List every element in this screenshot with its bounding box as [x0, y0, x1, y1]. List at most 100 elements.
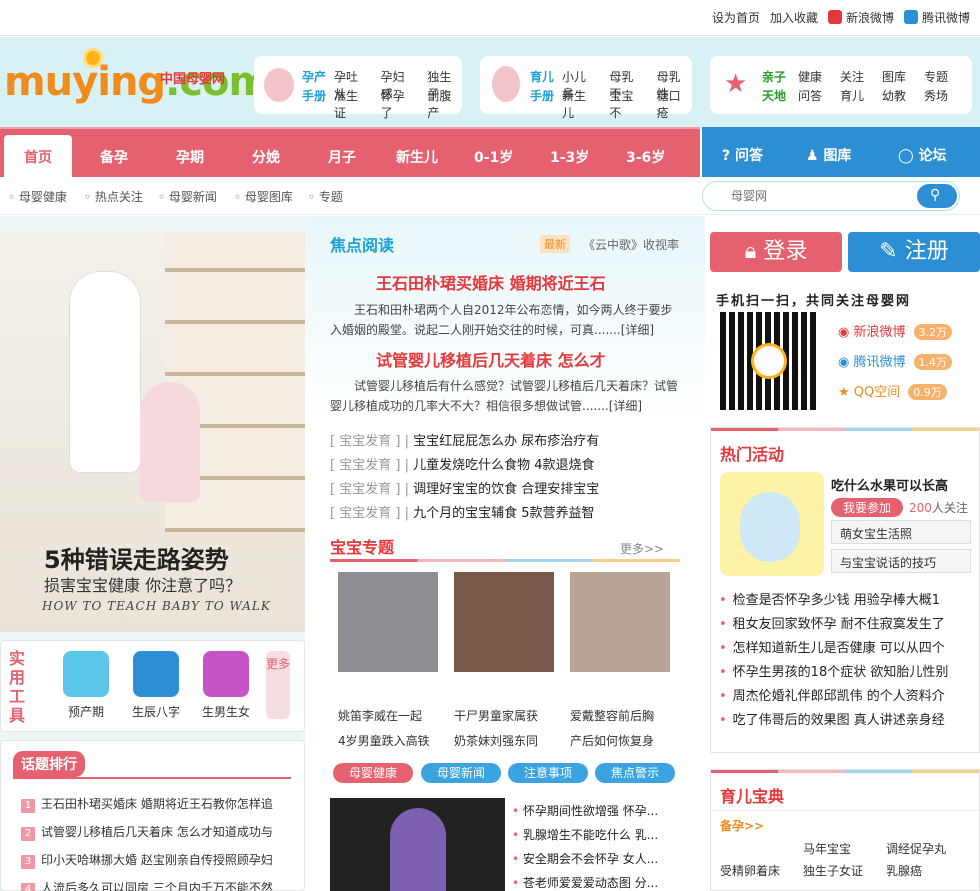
guide-sub-link[interactable]: 备孕>>	[720, 817, 764, 834]
box2-link[interactable]: 糖口疮	[657, 87, 692, 121]
nav-tab-gallery[interactable]: ♟ 图库	[806, 145, 851, 165]
hot-tag[interactable]: 与宝宝说话的技巧	[831, 549, 971, 573]
hot-list-item[interactable]: • 吃了伟哥后的效果图 真人讲述亲身经	[719, 709, 945, 728]
nav-tab-qa[interactable]: ? 问答	[722, 145, 763, 165]
nav-tab-home[interactable]: 首页	[4, 135, 72, 179]
box3-link[interactable]: 育儿	[840, 87, 864, 104]
special-caption[interactable]: 4岁男童跌入高铁	[338, 732, 430, 749]
tencent-weibo-link[interactable]: 腾讯微博	[903, 9, 970, 26]
search-button[interactable]: ⚲	[917, 184, 957, 208]
bottom-list-item[interactable]: • 安全期会不会怀孕 女人...	[512, 850, 658, 867]
join-button[interactable]: 我要参加	[831, 498, 904, 517]
focus-headline-1[interactable]: 王石田朴珺买婚床 婚期将近王石	[376, 270, 606, 294]
pill-tab[interactable]: 母婴健康	[333, 763, 413, 783]
hot-list-item[interactable]: • 周杰伦婚礼伴郎邱凯伟 的个人资料介	[719, 685, 945, 704]
special-caption[interactable]: 爱戴整容前后胸	[570, 707, 654, 724]
pill-tab[interactable]: 注意事项	[508, 763, 588, 783]
box3-link[interactable]: 幼教	[882, 87, 906, 104]
hot-activity-image[interactable]	[720, 472, 824, 576]
register-button[interactable]: ✎ 注册	[848, 232, 980, 272]
nav-tab[interactable]: 月子	[328, 147, 356, 167]
hot-list-item[interactable]: • 怀孕生男孩的18个症状 欲知胎儿性别	[719, 661, 948, 680]
hero-banner[interactable]: 5种错误走路姿势 损害宝宝健康 你注意了吗？ HOW TO TEACH BABY…	[0, 232, 305, 632]
subnav-item[interactable]: ◦ 热点关注	[84, 188, 143, 205]
focus-list-item[interactable]: [ 宝宝发育 ] | 儿童发烧吃什么食物 4款退烧食	[330, 454, 595, 473]
box1-link[interactable]: 剖腹产	[427, 87, 462, 121]
bottom-list-item[interactable]: • 怀孕期间性欲增强 怀孕...	[512, 802, 658, 819]
nav-tab[interactable]: 分娩	[252, 147, 280, 167]
box3-big1[interactable]: 亲子	[762, 68, 786, 85]
box1-big1[interactable]: 孕产	[302, 68, 326, 85]
tool-bazi[interactable]: 生辰八字	[121, 651, 191, 720]
hot-list-item[interactable]: • 怎样知道新生儿是否健康 可以从四个	[719, 637, 945, 656]
guide-link[interactable]: 受精卵着床	[720, 862, 780, 879]
special-caption[interactable]: 产后如何恢复身	[570, 732, 654, 749]
special-caption[interactable]: 姚笛李威在一起	[338, 707, 422, 724]
nav-tab[interactable]: 新生儿	[396, 147, 438, 167]
nav-tab-forum[interactable]: ◯ 论坛	[898, 145, 947, 165]
box3-link[interactable]: 秀场	[924, 87, 948, 104]
focus-list-item[interactable]: [ 宝宝发育 ] | 宝宝红屁屁怎么办 尿布疹治疗有	[330, 430, 599, 449]
nav-tab[interactable]: 1-3岁	[550, 147, 589, 167]
focus-headline-2[interactable]: 试管婴儿移植后几天着床 怎么才	[376, 347, 606, 371]
focus-list-item[interactable]: [ 宝宝发育 ] | 九个月的宝宝辅食 5款营养益智	[330, 502, 595, 521]
box2-link[interactable]: 宝宝不	[609, 87, 644, 121]
nav-tab[interactable]: 3-6岁	[626, 147, 665, 167]
tool-gender[interactable]: 生男生女	[191, 651, 261, 720]
box1-link[interactable]: 准生证	[334, 87, 369, 121]
hot-tag[interactable]: 萌女宝生活照	[831, 520, 971, 544]
special-more-link[interactable]: 更多>>	[620, 540, 664, 557]
guide-link[interactable]: 乳腺癌	[886, 862, 922, 879]
search-input[interactable]	[731, 189, 911, 203]
box3-link[interactable]: 专题	[924, 68, 948, 85]
subnav-item[interactable]: ◦ 专题	[308, 188, 343, 205]
box3-link[interactable]: 关注	[840, 68, 864, 85]
ranking-item[interactable]: 2 试管婴儿移植后几天着床 怎么才知道成功与	[21, 823, 273, 841]
box3-big2[interactable]: 天地	[762, 87, 786, 104]
nav-tab[interactable]: 备孕	[100, 147, 128, 167]
special-caption[interactable]: 干尸男童家属获	[454, 707, 538, 724]
bottom-feature-image[interactable]	[330, 798, 505, 891]
box1-big2[interactable]: 手册	[302, 87, 326, 104]
ranking-item[interactable]: 1 王石田朴珺买婚床 婚期将近王石教你怎样追	[21, 795, 273, 813]
ranking-item[interactable]: 4 人流后多久可以同房 三个月内千万不能不然	[21, 879, 273, 891]
pill-tab[interactable]: 母婴新闻	[421, 763, 501, 783]
sina-weibo-link[interactable]: 新浪微博	[827, 9, 894, 26]
subnav-item[interactable]: ◦ 母婴新闻	[158, 188, 217, 205]
subnav-item[interactable]: ◦ 母婴图库	[234, 188, 293, 205]
pill-tab[interactable]: 焦点警示	[595, 763, 675, 783]
special-thumb[interactable]	[454, 572, 554, 672]
guide-link[interactable]: 马年宝宝	[803, 840, 851, 857]
box3-link[interactable]: 问答	[798, 87, 822, 104]
social-qzone[interactable]: ★ QQ空间 0.9万	[838, 381, 947, 400]
nav-tab[interactable]: 孕期	[176, 147, 204, 167]
hot-list-item[interactable]: • 租女友回家致怀孕 耐不住寂寞发生了	[719, 613, 945, 632]
social-tencent[interactable]: ◉ 腾讯微博 1.4万	[838, 351, 952, 370]
bookmark-link[interactable]: 加入收藏	[770, 9, 818, 26]
focus-tag-link[interactable]: 《云中歌》收视率	[583, 236, 679, 253]
set-home-link[interactable]: 设为首页	[712, 9, 760, 26]
subnav-item[interactable]: ◦ 母婴健康	[8, 188, 67, 205]
bottom-list-item[interactable]: • 苍老师爱爱爱动态图 分...	[512, 874, 658, 891]
box3-link[interactable]: 健康	[798, 68, 822, 85]
box2-link[interactable]: 新生儿	[562, 87, 597, 121]
logo[interactable]: muying.com	[4, 59, 270, 105]
tool-due-date[interactable]: 预产期	[51, 651, 121, 720]
hot-list-item[interactable]: • 检查是否怀孕多少钱 用验孕棒大概1	[719, 589, 940, 608]
special-thumb[interactable]	[570, 572, 670, 672]
tools-more-button[interactable]: 更多	[266, 651, 290, 719]
box2-big2[interactable]: 手册	[530, 87, 554, 104]
box1-link[interactable]: 怀孕了	[381, 87, 416, 121]
focus-list-item[interactable]: [ 宝宝发育 ] | 调理好宝宝的饮食 合理安排宝宝	[330, 478, 599, 497]
hot-activity-question[interactable]: 吃什么水果可以长高	[831, 475, 948, 494]
box2-big1[interactable]: 育儿	[530, 68, 554, 85]
nav-tab[interactable]: 0-1岁	[474, 147, 513, 167]
box3-link[interactable]: 图库	[882, 68, 906, 85]
special-thumb[interactable]	[338, 572, 438, 672]
login-button[interactable]: 🔒︎ 登录	[710, 232, 842, 272]
social-sina[interactable]: ◉ 新浪微博 3.2万	[838, 321, 952, 340]
guide-link[interactable]: 调经促孕丸	[886, 840, 946, 857]
special-caption[interactable]: 奶茶妹刘强东同	[454, 732, 538, 749]
bottom-list-item[interactable]: • 乳腺增生不能吃什么 乳...	[512, 826, 658, 843]
ranking-item[interactable]: 3 印小天哈琳挪大婚 赵宝刚亲自传授照顾孕妇	[21, 851, 273, 869]
